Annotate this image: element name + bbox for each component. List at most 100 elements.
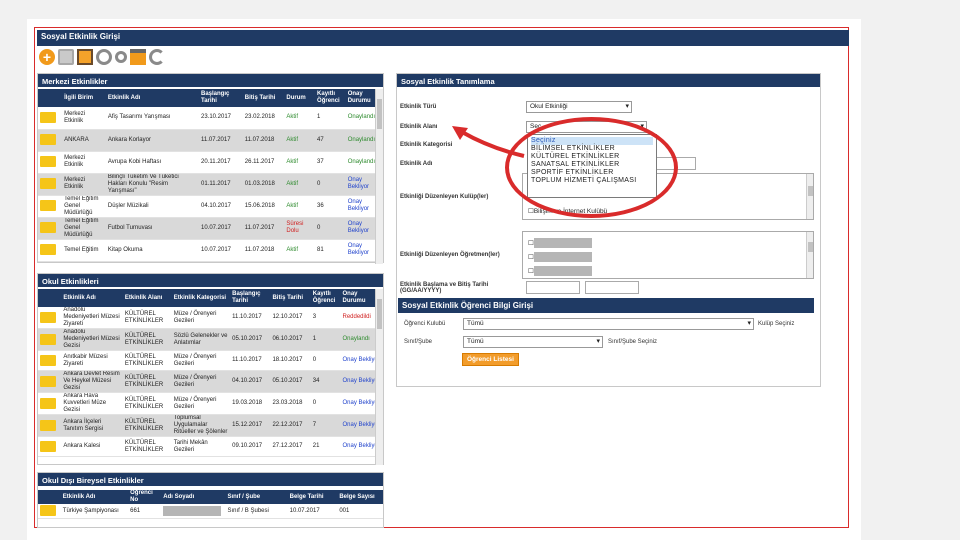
ogretmen-item[interactable]: ☐ <box>528 251 592 265</box>
table-cell <box>38 350 62 371</box>
table-row[interactable]: Ankara Hava Kuvvetleri Müze Gezisi KÜLTÜR… <box>38 392 383 415</box>
folder-icon[interactable] <box>40 156 56 167</box>
scrollbar[interactable] <box>806 232 813 278</box>
column-header[interactable]: Etkinlik Adı <box>61 289 123 307</box>
print-icon[interactable] <box>130 49 146 65</box>
table-cell: 1 <box>315 107 346 130</box>
ogretmen-item[interactable]: ☐ <box>528 265 592 279</box>
column-header[interactable]: Etkinlik Kategorisi <box>171 289 231 307</box>
annotation-arrow <box>452 126 525 158</box>
folder-icon[interactable] <box>40 134 56 145</box>
ogretmen-list[interactable]: ☐ ☐ ☐ <box>522 231 814 279</box>
folder-icon[interactable] <box>40 354 56 366</box>
refresh-icon[interactable] <box>149 49 165 65</box>
scrollbar[interactable] <box>806 174 813 219</box>
folder-icon[interactable] <box>40 397 56 409</box>
column-header[interactable]: Sınıf / Şube <box>225 490 288 504</box>
save-icon[interactable] <box>77 49 93 65</box>
folder-icon[interactable] <box>40 222 56 233</box>
table-cell: 47 <box>315 129 346 152</box>
table-cell <box>38 173 63 196</box>
column-header[interactable]: Belge Tarihi <box>287 490 338 504</box>
column-header[interactable]: Bitiş Tarihi <box>242 89 285 107</box>
ogrenci-listesi-button[interactable]: Öğrenci Listesi <box>462 353 519 366</box>
table-cell: 15.06.2018 <box>242 195 285 218</box>
table-header-row: Etkinlik Adı Etkinlik Alanı Etkinlik Kateg… <box>38 289 383 307</box>
folder-icon[interactable] <box>40 440 56 452</box>
table-cell: 04.10.2017 <box>198 195 243 218</box>
table-row[interactable]: Temel Eğitim Kitap Okuma 10.07.2017 11.07.2… <box>38 239 383 262</box>
column-header[interactable]: Etkinlik Adı <box>105 89 199 107</box>
table-cell: 0 <box>315 173 346 196</box>
folder-icon[interactable] <box>40 111 56 123</box>
column-header[interactable]: Başlangıç Tarihi <box>198 89 243 107</box>
cancel-icon[interactable] <box>96 49 112 65</box>
table-cell: Futbol Turnuvası <box>105 217 199 240</box>
table-cell: 19.03.2018 <box>230 392 271 415</box>
sinif-sube-select[interactable]: Tümü <box>463 336 603 348</box>
column-header[interactable]: Etkinlik Alanı <box>122 289 172 307</box>
table-row[interactable]: Anadolu Medeniyetleri Müzesi Gezisi KÜLTÜ… <box>38 328 383 351</box>
ogretmen-label: Etkinliği Düzenleyen Öğretmen(ler) <box>400 252 500 258</box>
table-row[interactable]: Türkiye Şampiyonası 661 Sınıf / B Şubesi 10… <box>38 504 383 519</box>
table-row[interactable]: Temel Eğitim Genel Müdürlüğü Düşler Müzik… <box>38 195 383 218</box>
baslama-tarihi-input[interactable] <box>526 281 580 294</box>
folder-icon[interactable] <box>40 505 56 516</box>
table-row[interactable]: Ankara Kalesi KÜLTÜREL ETKİNLİKLER Tarihi … <box>38 436 383 457</box>
etkinlik-alani-label: Etkinlik Alanı <box>400 124 438 130</box>
table-cell: Avrupa Kobi Haftası <box>105 151 199 174</box>
ogretmen-item[interactable]: ☐ <box>528 237 592 251</box>
folder-icon[interactable] <box>40 333 56 345</box>
folder-icon[interactable] <box>40 375 56 387</box>
scrollbar[interactable] <box>375 89 383 264</box>
ogrenci-kulubu-select[interactable]: Tümü <box>463 318 754 330</box>
table-cell <box>38 195 63 218</box>
bitis-tarihi-input[interactable] <box>585 281 639 294</box>
table-row[interactable]: Merkezi Etkinlik Bilinçli Tüketim Ve Tüke… <box>38 173 383 196</box>
folder-icon[interactable] <box>40 244 56 255</box>
table-cell: Merkezi Etkinlik <box>62 151 106 174</box>
table-cell: Aktif <box>284 129 316 152</box>
column-header[interactable]: İlgili Birim <box>62 89 106 107</box>
table-row[interactable]: Anadolu Medeniyetleri Müzesi Ziyareti KÜL… <box>38 307 383 329</box>
folder-icon[interactable] <box>40 178 56 189</box>
etkinlik-kategorisi-label: Etkinlik Kategorisi <box>400 142 453 148</box>
table-cell <box>38 392 62 415</box>
table-cell: ANKARA <box>62 129 106 152</box>
okul-panel: Okul Etkinlikleri Etkinlik Adı Etkinlik A… <box>37 273 384 465</box>
add-icon[interactable]: + <box>39 49 55 65</box>
trash-icon[interactable] <box>58 49 74 65</box>
table-cell: KÜLTÜREL ETKİNLİKLER <box>122 414 172 437</box>
table-cell: 36 <box>315 195 346 218</box>
table-cell <box>38 328 62 351</box>
search-icon[interactable] <box>115 51 127 63</box>
column-header[interactable]: Adı Soyadı <box>161 490 226 504</box>
column-header[interactable]: Belge Sayısı <box>337 490 383 504</box>
etkinlik-turu-select[interactable]: Okul Etkinliği <box>526 101 632 113</box>
scrollbar[interactable] <box>375 289 383 465</box>
column-header[interactable]: Başlangıç Tarihi <box>230 289 271 307</box>
table-cell: Ankara Devlet Resim Ve Heykel Müzesi Gez… <box>61 370 123 393</box>
table-cell: Temel Eğitim Genel Müdürlüğü <box>62 195 106 218</box>
table-row[interactable]: ANKARA Ankara Korlayor 11.07.2017 11.07.201… <box>38 129 383 152</box>
table-row[interactable]: Ankara İlçeleri Tanıtım Sergisi KÜLTÜREL … <box>38 414 383 437</box>
ogretmen-items: ☐ ☐ ☐ <box>528 237 592 279</box>
table-row[interactable]: Temel Eğitim Genel Müdürlüğü Futbol Turnu… <box>38 217 383 240</box>
table-row[interactable]: Merkezi Etkinlik Afiş Tasarımı Yarışması 2… <box>38 107 383 130</box>
table-cell: Müze / Örenyeri Gezileri <box>171 370 231 393</box>
table-row[interactable]: Merkezi Etkinlik Avrupa Kobi Haftası 20.11… <box>38 151 383 174</box>
table-row[interactable]: Anıtkabir Müzesi Ziyareti KÜLTÜREL ETKİNL… <box>38 350 383 371</box>
folder-icon[interactable] <box>40 200 56 211</box>
table-cell: Afiş Tasarımı Yarışması <box>105 107 199 130</box>
column-header[interactable]: Kayıtlı Öğrenci <box>315 89 346 107</box>
sinif-sube-label: Sınıf/Şube <box>404 339 433 345</box>
folder-icon[interactable] <box>40 419 56 431</box>
table-cell: Müze / Örenyeri Gezileri <box>171 350 231 371</box>
column-header[interactable]: Durum <box>284 89 316 107</box>
column-header[interactable]: Bitiş Tarihi <box>270 289 311 307</box>
column-header[interactable]: Etkinlik Adı <box>60 490 129 504</box>
table-row[interactable]: Ankara Devlet Resim Ve Heykel Müzesi Gez… <box>38 370 383 393</box>
column-header[interactable]: Öğrenci No <box>128 490 162 504</box>
folder-icon[interactable] <box>40 311 56 323</box>
column-header[interactable]: Kayıtlı Öğrenci <box>310 289 341 307</box>
